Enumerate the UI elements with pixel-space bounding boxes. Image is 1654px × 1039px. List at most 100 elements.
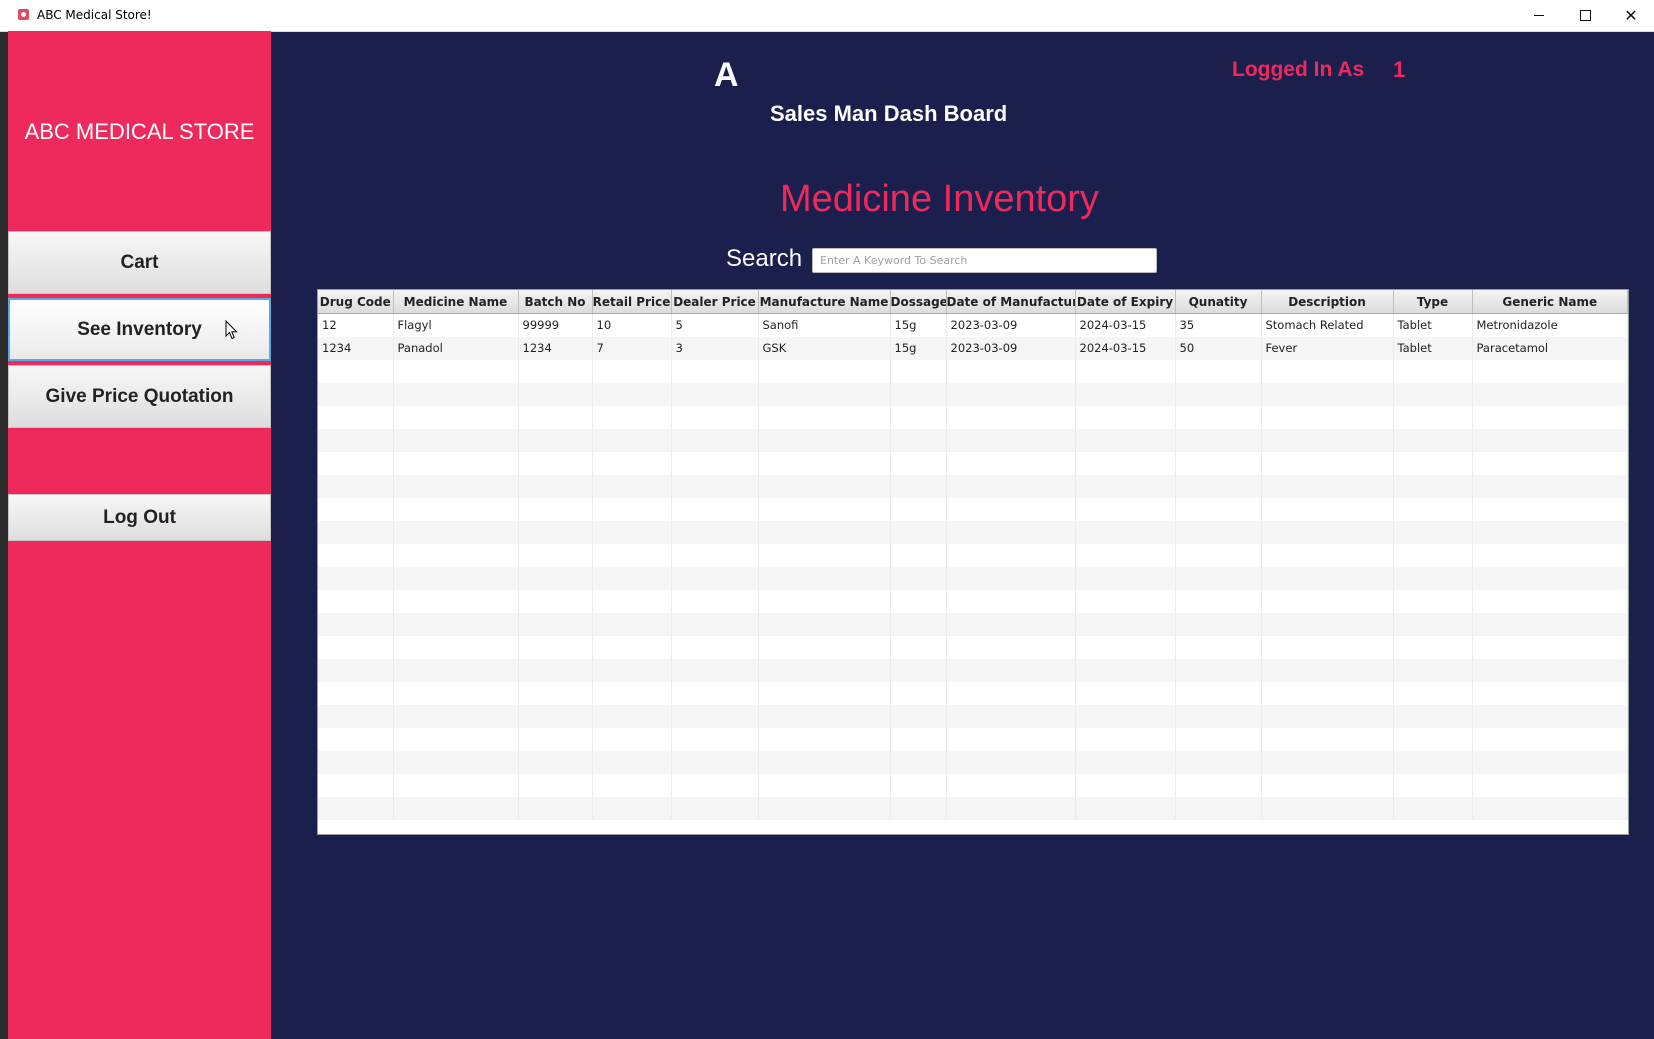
column-header[interactable]: Date of Manufacture	[946, 290, 1076, 314]
table-cell	[671, 359, 759, 383]
table-cell	[758, 796, 891, 820]
column-header[interactable]: Drug Code	[318, 290, 394, 314]
table-cell	[1472, 543, 1628, 567]
table-cell	[393, 543, 519, 567]
table-cell	[946, 635, 1076, 659]
table-cell	[1075, 589, 1176, 613]
empty-table-row	[318, 359, 1628, 383]
table-cell: Metronidazole	[1472, 313, 1628, 337]
table-cell	[1472, 704, 1628, 728]
table-cell	[1472, 796, 1628, 820]
table-cell	[671, 382, 759, 406]
table-cell	[758, 704, 891, 728]
table-cell	[393, 428, 519, 452]
empty-table-row	[318, 474, 1628, 498]
table-cell	[1472, 428, 1628, 452]
empty-table-row	[318, 704, 1628, 728]
table-cell	[1393, 635, 1473, 659]
table-cell	[518, 543, 593, 567]
table-cell	[890, 658, 947, 682]
column-header[interactable]: Date of Expiry	[1075, 290, 1176, 314]
table-row[interactable]: 12 Flagyl 99999 10 5 Sanofi 15g 2023-03-09 2024-…	[318, 313, 1628, 337]
inventory-table[interactable]: Drug Code Medicine Name Batch No Retail Pri…	[317, 289, 1629, 835]
table-row[interactable]: 1234 Panadol 1234 7 3 GSK 15g 2023-03-09 2024-03…	[318, 336, 1628, 360]
table-cell	[1472, 520, 1628, 544]
table-cell	[758, 658, 891, 682]
table-cell	[1175, 773, 1262, 797]
table-cell	[758, 635, 891, 659]
column-header[interactable]: Retail Price	[592, 290, 672, 314]
table-cell	[890, 704, 947, 728]
column-header[interactable]: Dossage	[890, 290, 947, 314]
table-cell	[1175, 382, 1262, 406]
table-cell	[518, 428, 593, 452]
table-cell	[1261, 497, 1394, 521]
table-cell	[1393, 681, 1473, 705]
minimize-button[interactable]	[1516, 0, 1562, 31]
page-title: Medicine Inventory	[780, 178, 1099, 220]
table-cell	[1472, 635, 1628, 659]
table-cell	[946, 750, 1076, 774]
table-cell	[890, 727, 947, 751]
table-cell	[758, 474, 891, 498]
log-out-button[interactable]: Log Out	[8, 494, 271, 541]
table-cell	[1075, 382, 1176, 406]
table-cell	[1175, 451, 1262, 475]
table-cell	[890, 796, 947, 820]
background-window-edge	[0, 0, 8, 1039]
table-cell	[393, 497, 519, 521]
table-cell	[318, 543, 394, 567]
empty-table-row	[318, 750, 1628, 774]
give-price-quotation-button[interactable]: Give Price Quotation	[8, 365, 271, 428]
table-cell	[518, 773, 593, 797]
table-cell	[318, 359, 394, 383]
column-header[interactable]: Dealer Price	[671, 290, 759, 314]
table-cell	[1175, 704, 1262, 728]
cart-button[interactable]: Cart	[8, 231, 271, 294]
dashboard-subtitle: Sales Man Dash Board	[770, 101, 1008, 126]
table-cell	[1175, 474, 1262, 498]
table-cell	[890, 451, 947, 475]
table-cell	[1393, 658, 1473, 682]
empty-table-row	[318, 589, 1628, 613]
brand-title: ABC MEDICAL STORE	[24, 119, 255, 144]
empty-table-row	[318, 681, 1628, 705]
table-cell	[1472, 727, 1628, 751]
table-cell	[518, 658, 593, 682]
close-button[interactable]: ✕	[1608, 0, 1654, 31]
table-cell	[393, 520, 519, 544]
empty-table-row	[318, 520, 1628, 544]
column-header[interactable]: Description	[1261, 290, 1394, 314]
table-cell	[518, 359, 593, 383]
table-cell	[518, 727, 593, 751]
column-header[interactable]: Type	[1393, 290, 1473, 314]
table-cell	[671, 543, 759, 567]
table-cell	[1075, 566, 1176, 590]
table-cell	[758, 681, 891, 705]
empty-table-row	[318, 382, 1628, 406]
table-cell	[393, 750, 519, 774]
column-header[interactable]: Batch No	[518, 290, 593, 314]
empty-table-row	[318, 727, 1628, 751]
table-cell	[890, 681, 947, 705]
search-input[interactable]	[812, 248, 1157, 273]
table-cell	[758, 405, 891, 429]
table-cell	[592, 658, 672, 682]
table-cell	[1261, 589, 1394, 613]
table-cell	[1393, 566, 1473, 590]
table-cell	[1261, 796, 1394, 820]
table-cell	[1393, 428, 1473, 452]
column-header[interactable]: Generic Name	[1472, 290, 1628, 314]
table-cell	[946, 451, 1076, 475]
table-cell	[1393, 704, 1473, 728]
table-cell	[946, 543, 1076, 567]
column-header[interactable]: Qunatity	[1175, 290, 1262, 314]
column-header[interactable]: Medicine Name	[393, 290, 519, 314]
table-cell	[1075, 658, 1176, 682]
table-cell	[890, 405, 947, 429]
table-cell	[1472, 681, 1628, 705]
column-header[interactable]: Manufacture Name	[758, 290, 891, 314]
table-cell	[592, 589, 672, 613]
maximize-button[interactable]	[1562, 0, 1608, 31]
table-cell	[592, 727, 672, 751]
